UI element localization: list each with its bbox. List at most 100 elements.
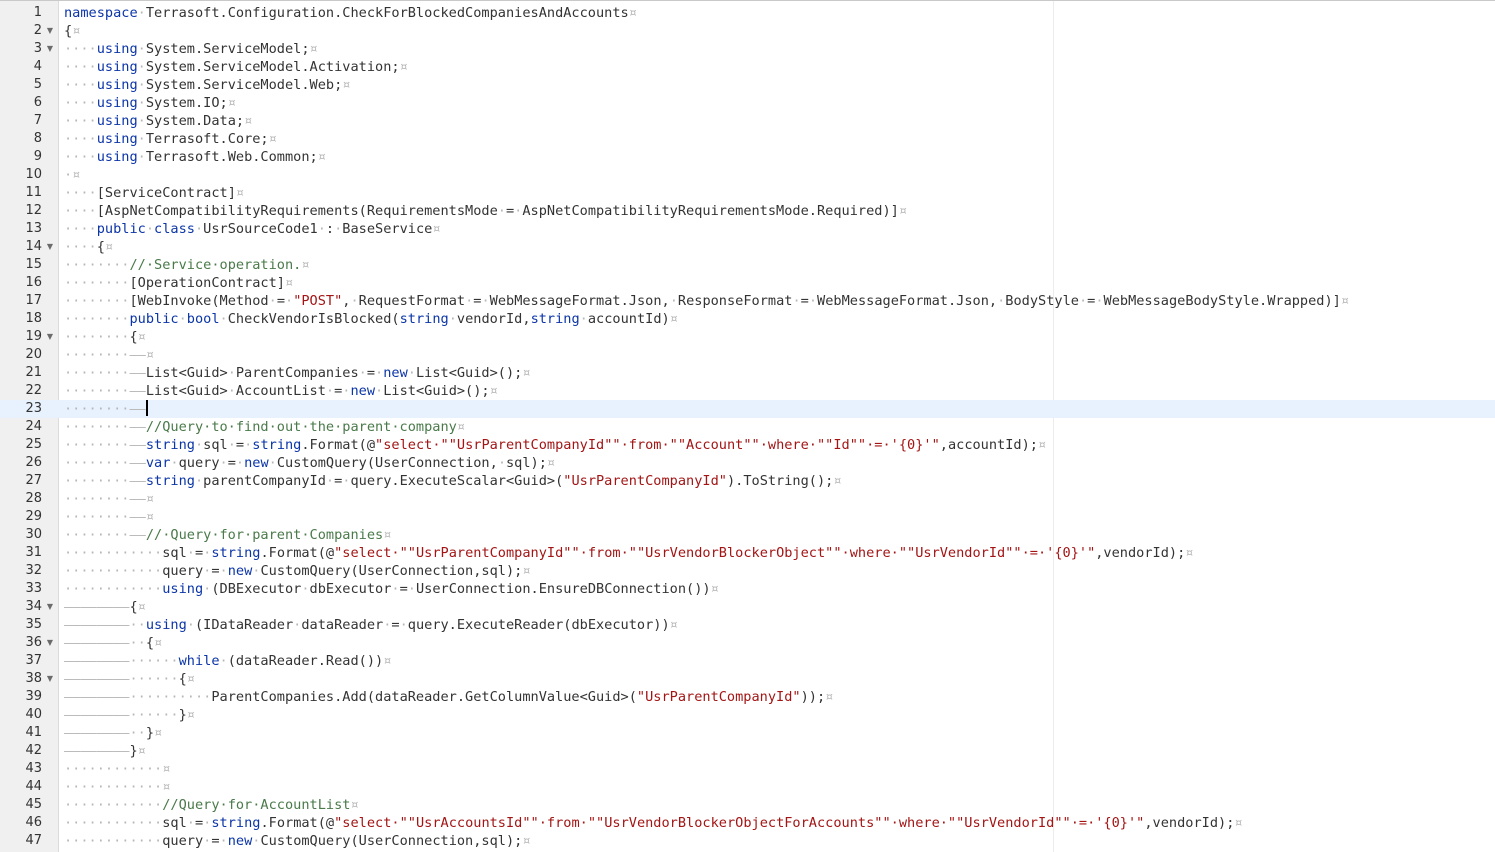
line-code: ········——string·parentCompanyId·=·query… — [64, 472, 842, 490]
code-token: sql — [162, 815, 187, 831]
code-line[interactable]: 46 ············sql·=·string.Format(@"sele… — [0, 814, 1495, 832]
code-line[interactable]: 38 ▼ ————————······{¤ — [0, 670, 1495, 688]
code-token: { — [178, 671, 187, 687]
code-token: using — [96, 77, 138, 93]
code-token: · — [792, 293, 801, 309]
code-line[interactable]: 45 ············//Query·for·AccountList¤ — [0, 796, 1495, 814]
fold-toggle-icon[interactable]: ▼ — [45, 670, 55, 688]
code-token: ········—— — [64, 527, 146, 543]
code-line[interactable]: 37 ————————······while·(dataReader.Read()… — [0, 652, 1495, 670]
fold-toggle-icon[interactable]: ▼ — [45, 634, 55, 652]
code-token: ————————·········· — [64, 689, 212, 705]
code-token: ,vendorId); — [1095, 545, 1186, 561]
code-line[interactable]: 2 ▼ {¤ — [0, 22, 1495, 40]
code-line[interactable]: 15 ········//·Service·operation.¤ — [0, 256, 1495, 274]
line-number: 14 — [25, 239, 42, 254]
line-number: 33 — [25, 581, 42, 596]
code-line[interactable]: 9 ····using·Terrasoft.Web.Common;¤ — [0, 148, 1495, 166]
code-token: ············ — [64, 833, 163, 849]
code-line[interactable]: 6 ····using·System.IO;¤ — [0, 94, 1495, 112]
code-token: sql — [203, 437, 228, 453]
code-line[interactable]: 30 ········——//·Query·for·parent·Companie… — [0, 526, 1495, 544]
code-line[interactable]: 44 ············¤ — [0, 778, 1495, 796]
code-token: · — [407, 581, 416, 597]
code-line[interactable]: 36 ▼ ————————··{¤ — [0, 634, 1495, 652]
code-line[interactable]: 26 ········——var·query·=·new·CustomQuery(… — [0, 454, 1495, 472]
code-token: · — [194, 437, 204, 453]
code-token: · — [1095, 293, 1104, 309]
code-token: AccountList — [235, 383, 326, 399]
code-token: = — [194, 545, 204, 561]
code-line[interactable]: 31 ············sql·=·string.Format(@"sele… — [0, 544, 1495, 562]
line-number: 13 — [25, 221, 42, 236]
code-line[interactable]: 40 ————————······}¤ — [0, 706, 1495, 724]
code-token: ¤ — [522, 833, 531, 849]
code-line[interactable]: 41 ————————··}¤ — [0, 724, 1495, 742]
code-line[interactable]: 14 ▼ ····{¤ — [0, 238, 1495, 256]
code-line[interactable]: 7 ····using·System.Data;¤ — [0, 112, 1495, 130]
code-token: = — [505, 203, 515, 219]
code-token: ¤ — [710, 581, 719, 597]
code-line[interactable]: 27 ········——string·parentCompanyId·=·que… — [0, 472, 1495, 490]
code-line[interactable]: 3 ▼ ····using·System.ServiceModel;¤ — [0, 40, 1495, 58]
fold-toggle-icon[interactable]: ▼ — [45, 598, 55, 616]
line-code: ————————··{¤ — [64, 634, 162, 652]
code-line[interactable]: 11 ····[ServiceContract]¤ — [0, 184, 1495, 202]
code-line[interactable]: 5 ····using·System.ServiceModel.Web;¤ — [0, 76, 1495, 94]
code-token: while — [178, 653, 220, 669]
code-line[interactable]: 32 ············query·=·new·CustomQuery(Us… — [0, 562, 1495, 580]
line-number: 23 — [25, 401, 42, 416]
code-token: · — [137, 59, 146, 75]
code-token: · — [137, 5, 146, 21]
code-token: = — [800, 293, 809, 309]
code-line[interactable]: 33 ············using·(DBExecutor·dbExecut… — [0, 580, 1495, 598]
code-editor[interactable]: 1 namespace·Terrasoft.Configuration.Check… — [0, 0, 1495, 852]
code-line[interactable]: 19 ▼ ········{¤ — [0, 328, 1495, 346]
code-token: · — [178, 311, 187, 327]
code-line[interactable]: 12 ····[AspNetCompatibilityRequirements(R… — [0, 202, 1495, 220]
code-line[interactable]: 28 ········——¤ — [0, 490, 1495, 508]
code-line[interactable]: 23 ········—— — [0, 400, 1495, 418]
code-line[interactable]: 35 ————————··using·(IDataReader·dataReade… — [0, 616, 1495, 634]
code-line[interactable]: 13 ····public·class·UsrSourceCode1·:·Base… — [0, 220, 1495, 238]
line-code: ········——List<Guid>·ParentCompanies·=·n… — [64, 364, 531, 382]
code-line[interactable]: 10 ·¤ — [0, 166, 1495, 184]
fold-toggle-icon[interactable]: ▼ — [45, 22, 55, 40]
code-token: ¤ — [383, 527, 392, 543]
line-number: 29 — [25, 509, 42, 524]
line-code: ····using·Terrasoft.Web.Common;¤ — [64, 148, 326, 166]
code-line[interactable]: 17 ········[WebInvoke(Method·=·"POST",·Re… — [0, 292, 1495, 310]
line-code: ········[OperationContract]¤ — [64, 274, 293, 292]
code-line[interactable]: 42 ————————}¤ — [0, 742, 1495, 760]
code-token: .Format(@ — [260, 815, 335, 831]
code-token: ¤ — [268, 131, 277, 147]
code-line[interactable]: 18 ········public·bool·CheckVendorIsBlock… — [0, 310, 1495, 328]
code-line[interactable]: 34 ▼ ————————{¤ — [0, 598, 1495, 616]
code-line[interactable]: 4 ····using·System.ServiceModel.Activatio… — [0, 58, 1495, 76]
code-line[interactable]: 47 ············query·=·new·CustomQuery(Us… — [0, 832, 1495, 850]
code-line[interactable]: 25 ········——string·sql·=·string.Format(@… — [0, 436, 1495, 454]
code-token: ¤ — [669, 617, 678, 633]
code-token: ————————······ — [64, 653, 179, 669]
code-line[interactable]: 1 namespace·Terrasoft.Configuration.Check… — [0, 4, 1495, 22]
fold-toggle-icon[interactable]: ▼ — [45, 328, 55, 346]
code-line[interactable]: 21 ········——List<Guid>·ParentCompanies·=… — [0, 364, 1495, 382]
code-line[interactable]: 29 ········——¤ — [0, 508, 1495, 526]
code-line[interactable]: 24 ········——//Query·to·find·out·the·pare… — [0, 418, 1495, 436]
code-token: ············ — [64, 797, 163, 813]
code-token: query.ExecuteScalar<Guid>( — [350, 473, 564, 489]
code-line[interactable]: 20 ········——¤ — [0, 346, 1495, 364]
code-token: ¤ — [522, 365, 531, 381]
code-line[interactable]: 8 ····using·Terrasoft.Core;¤ — [0, 130, 1495, 148]
code-token: using — [145, 617, 187, 633]
code-token: ¤ — [137, 599, 146, 615]
line-number: 24 — [25, 419, 42, 434]
code-line[interactable]: 39 ————————··········ParentCompanies.Add(… — [0, 688, 1495, 706]
code-token: ········ — [64, 311, 130, 327]
code-token: .Format(@ — [260, 545, 335, 561]
code-line[interactable]: 16 ········[OperationContract]¤ — [0, 274, 1495, 292]
fold-toggle-icon[interactable]: ▼ — [45, 238, 55, 256]
code-line[interactable]: 22 ········——List<Guid>·AccountList·=·new… — [0, 382, 1495, 400]
fold-toggle-icon[interactable]: ▼ — [45, 40, 55, 58]
code-line[interactable]: 43 ············¤ — [0, 760, 1495, 778]
